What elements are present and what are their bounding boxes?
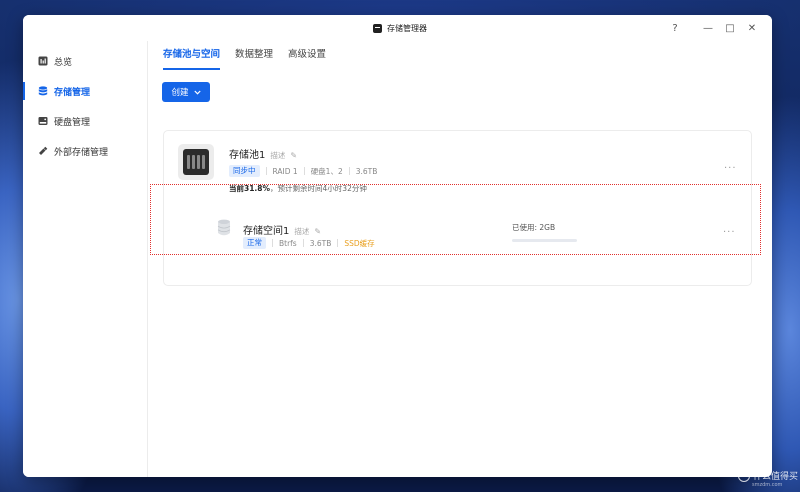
tab-advanced-settings[interactable]: 高级设置	[288, 48, 326, 70]
space-description-field[interactable]: 描述	[294, 226, 309, 237]
storage-space-row[interactable]: 存储空间1 描述 ✎ 正常 Btrfs 3.6TB SSD缓存 已使用: 2GB	[178, 201, 752, 261]
space-status-badge: 正常	[243, 237, 266, 249]
harddisk-icon	[38, 117, 48, 125]
tab-data-organize[interactable]: 数据整理	[235, 48, 273, 70]
app-icon	[373, 23, 382, 33]
chevron-down-icon	[193, 90, 201, 95]
pool-capacity: 3.6TB	[355, 166, 378, 176]
nas-device-icon	[178, 144, 214, 180]
sidebar-item-label: 硬盘管理	[54, 117, 91, 128]
pool-meta-row: 同步中 RAID 1 硬盘1、2 3.6TB	[229, 165, 377, 177]
watermark-subtext: smzdm.com	[752, 482, 783, 488]
help-button[interactable]: ?	[668, 21, 682, 35]
sidebar-item-external[interactable]: 外部存储管理	[23, 140, 147, 162]
space-usage-bar	[512, 239, 577, 242]
sidebar-item-label: 外部存储管理	[54, 147, 109, 158]
create-button-label: 创建	[171, 88, 189, 98]
space-meta-row: 正常 Btrfs 3.6TB SSD缓存	[243, 237, 375, 249]
progress-value: 31.8%	[244, 184, 271, 193]
volume-icon	[217, 219, 231, 236]
progress-remaining: ，预计剩余时间4小时32分钟	[270, 184, 367, 193]
space-used-label: 已使用: 2GB	[512, 223, 556, 232]
sidebar: 总览 存储管理 硬盘管理 外部存储管理	[23, 41, 148, 477]
sidebar-item-label: 存储管理	[54, 87, 91, 98]
main-content: 存储池与空间 数据整理 高级设置 创建 存储池1 描述 ✎ 同步中 RAID 1…	[148, 41, 772, 477]
edit-pencil-icon[interactable]: ✎	[314, 227, 321, 236]
create-button[interactable]: 创建	[162, 82, 210, 102]
ssd-cache-badge: SSD缓存	[344, 238, 375, 248]
tab-bar: 存储池与空间 数据整理 高级设置	[163, 48, 326, 70]
pool-sync-progress: 当前31.8%，预计剩余时间4小时32分钟	[229, 183, 367, 194]
pool-description-field[interactable]: 描述	[270, 150, 285, 161]
usb-drive-icon	[39, 146, 48, 155]
window-title-text: 存储管理器	[387, 23, 427, 33]
minimize-button[interactable]: —	[701, 21, 715, 35]
progress-prefix: 当前	[229, 184, 244, 193]
pool-raid-level: RAID 1	[272, 166, 298, 176]
storage-manager-window: 存储管理器 ? — □ ✕ 总览 存储管理 硬盘管理 外部存储管理 存储池与空间…	[23, 15, 772, 477]
title-bar: 存储管理器 ? — □ ✕	[23, 15, 772, 41]
pool-more-button[interactable]: ···	[724, 163, 737, 174]
sidebar-item-overview[interactable]: 总览	[23, 50, 147, 72]
sidebar-item-storage[interactable]: 存储管理	[23, 80, 147, 102]
pool-disks: 硬盘1、2	[310, 166, 343, 176]
watermark-text: 什么值得买	[753, 472, 799, 482]
space-filesystem: Btrfs	[279, 238, 297, 248]
maximize-button[interactable]: □	[723, 21, 737, 35]
space-capacity: 3.6TB	[309, 238, 332, 248]
window-title: 存储管理器	[373, 22, 427, 34]
sidebar-item-disks[interactable]: 硬盘管理	[23, 110, 147, 132]
tab-pools-and-spaces[interactable]: 存储池与空间	[163, 48, 221, 70]
close-button[interactable]: ✕	[745, 21, 759, 35]
edit-pencil-icon[interactable]: ✎	[290, 151, 297, 160]
space-more-button[interactable]: ···	[723, 227, 736, 238]
storage-pool-card[interactable]: 存储池1 描述 ✎ 同步中 RAID 1 硬盘1、2 3.6TB 当前31.8%…	[163, 130, 752, 286]
pool-name-row: 存储池1 描述 ✎	[229, 146, 297, 161]
pool-name: 存储池1	[229, 150, 266, 161]
sidebar-item-label: 总览	[54, 57, 73, 68]
overview-icon	[38, 56, 48, 66]
watermark: 什么值得买	[738, 469, 798, 482]
pool-status-badge: 同步中	[229, 165, 260, 177]
watermark-logo-icon	[738, 469, 750, 482]
space-name: 存储空间1	[243, 226, 290, 237]
database-icon	[38, 86, 48, 96]
space-name-row: 存储空间1 描述 ✎	[243, 222, 321, 237]
